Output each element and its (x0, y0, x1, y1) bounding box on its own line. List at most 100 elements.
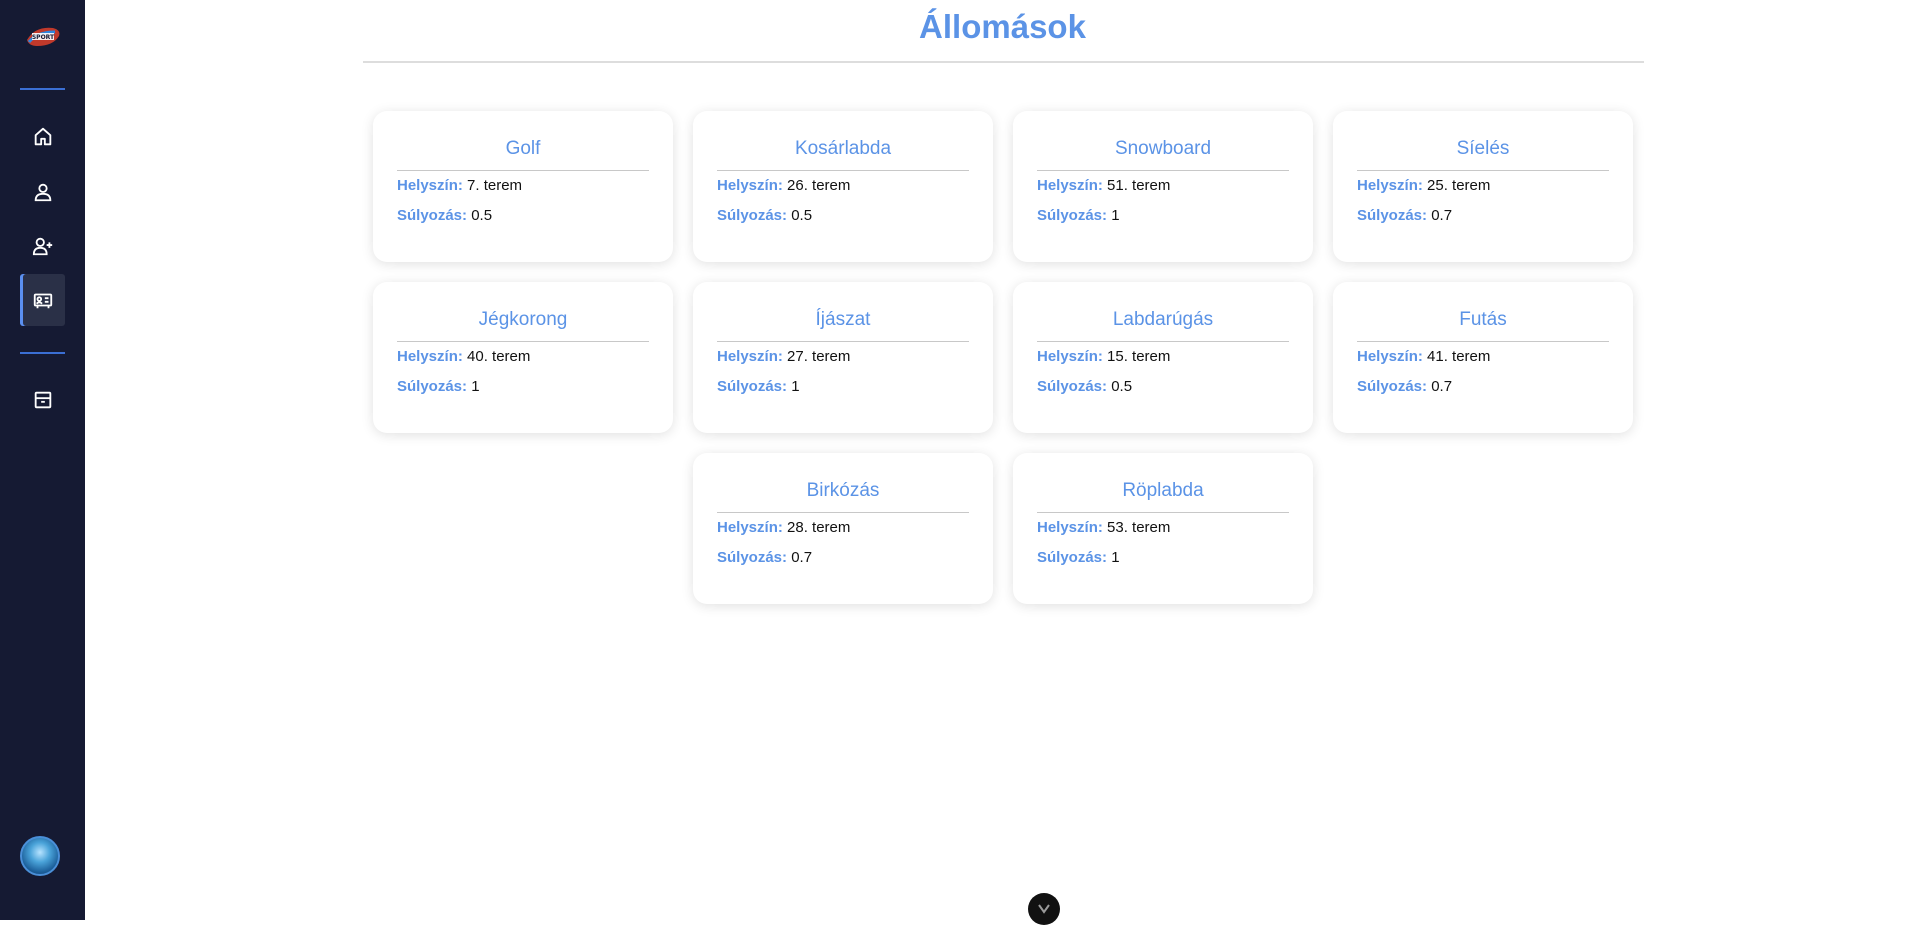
station-weight-row: Súlyozás: 0.7 (717, 543, 969, 573)
weight-label: Súlyozás: (397, 207, 468, 224)
station-weight: 0.5 (1111, 378, 1133, 395)
station-location-row: Helyszín: 7. terem (397, 171, 649, 201)
station-card[interactable]: Síelés Helyszín: 25. terem Súlyozás: 0.7 (1333, 111, 1633, 262)
nav-archive[interactable] (20, 374, 65, 426)
station-location-row: Helyszín: 40. terem (397, 342, 649, 372)
station-location-row: Helyszín: 15. terem (1037, 342, 1289, 372)
station-weight: 0.7 (1431, 378, 1453, 395)
nav-profile[interactable] (20, 166, 65, 218)
location-label: Helyszín: (397, 177, 463, 194)
location-label: Helyszín: (397, 348, 463, 365)
location-label: Helyszín: (717, 348, 783, 365)
station-name: Jégkorong (478, 309, 568, 330)
weight-label: Súlyozás: (1037, 378, 1108, 395)
user-add-icon (32, 237, 52, 256)
sidebar-divider-top (20, 88, 65, 90)
user-avatar[interactable] (20, 836, 60, 876)
weight-label: Súlyozás: (1037, 207, 1108, 224)
station-name: Labdarúgás (1112, 309, 1214, 330)
sidebar-divider-bottom (20, 352, 65, 354)
station-location-row: Helyszín: 41. terem (1357, 342, 1609, 372)
nav-home[interactable] (20, 111, 65, 163)
stations-icon (33, 293, 52, 309)
station-card[interactable]: Röplabda Helyszín: 53. terem Súlyozás: 1 (1013, 453, 1313, 604)
station-card[interactable]: Íjászat Helyszín: 27. terem Súlyozás: 1 (693, 282, 993, 433)
scroll-down-button[interactable] (1028, 893, 1060, 925)
station-weight-row: Súlyozás: 0.5 (717, 201, 969, 231)
station-card[interactable]: Jégkorong Helyszín: 40. terem Súlyozás: 1 (373, 282, 673, 433)
location-label: Helyszín: (1037, 519, 1103, 536)
station-name: Golf (505, 138, 541, 159)
station-location-row: Helyszín: 28. terem (717, 513, 969, 543)
station-location: 15. terem (1107, 348, 1171, 365)
weight-label: Súlyozás: (1357, 378, 1428, 395)
station-name: Íjászat (815, 309, 871, 330)
station-location: 53. terem (1107, 519, 1171, 536)
archive-icon (34, 391, 51, 409)
station-weight: 0.7 (791, 549, 813, 566)
weight-label: Súlyozás: (397, 378, 468, 395)
location-label: Helyszín: (1357, 177, 1423, 194)
app-logo[interactable]: SPORT (23, 22, 63, 52)
station-card[interactable]: Golf Helyszín: 7. terem Súlyozás: 0.5 (373, 111, 673, 262)
station-location: 26. terem (787, 177, 851, 194)
station-weight-row: Súlyozás: 0.5 (397, 201, 649, 231)
station-name: Birkózás (806, 480, 880, 501)
station-weight: 0.7 (1431, 207, 1453, 224)
station-name: Snowboard (1114, 138, 1212, 159)
weight-label: Súlyozás: (717, 549, 788, 566)
station-name: Kosárlabda (794, 138, 892, 159)
home-icon (34, 127, 51, 146)
station-weight-row: Súlyozás: 1 (1037, 543, 1289, 573)
station-location-row: Helyszín: 25. terem (1357, 171, 1609, 201)
station-card[interactable]: Futás Helyszín: 41. terem Súlyozás: 0.7 (1333, 282, 1633, 433)
station-weight: 0.5 (471, 207, 493, 224)
title-divider (363, 61, 1644, 63)
user-icon (34, 183, 51, 202)
station-name: Röplabda (1122, 480, 1204, 501)
location-label: Helyszín: (1037, 348, 1103, 365)
station-name: Futás (1459, 309, 1507, 330)
station-card[interactable]: Labdarúgás Helyszín: 15. terem Súlyozás: 0… (1013, 282, 1313, 433)
station-weight: 1 (791, 378, 800, 395)
station-location: 28. terem (787, 519, 851, 536)
station-location: 27. terem (787, 348, 851, 365)
weight-label: Súlyozás: (717, 207, 788, 224)
station-location-row: Helyszín: 27. terem (717, 342, 969, 372)
nav-add-user[interactable] (20, 220, 65, 272)
station-location: 51. terem (1107, 177, 1171, 194)
station-weight: 1 (471, 378, 480, 395)
station-card[interactable]: Snowboard Helyszín: 51. terem Súlyozás: 1 (1013, 111, 1313, 262)
chevron-down-icon (1038, 904, 1050, 914)
station-location: 41. terem (1427, 348, 1491, 365)
station-weight: 1 (1111, 207, 1120, 224)
location-label: Helyszín: (1037, 177, 1103, 194)
weight-label: Súlyozás: (1357, 207, 1428, 224)
station-location: 7. terem (467, 177, 523, 194)
station-location-row: Helyszín: 26. terem (717, 171, 969, 201)
nav-stations[interactable] (20, 274, 65, 326)
station-weight-row: Súlyozás: 0.5 (1037, 372, 1289, 402)
page-title: Állomások (919, 8, 1086, 45)
sidebar: SPORT (0, 0, 85, 920)
station-location: 40. terem (467, 348, 531, 365)
station-card[interactable]: Birkózás Helyszín: 28. terem Súlyozás: 0.7 (693, 453, 993, 604)
station-card[interactable]: Kosárlabda Helyszín: 26. terem Súlyozás: 0… (693, 111, 993, 262)
station-location-row: Helyszín: 51. terem (1037, 171, 1289, 201)
location-label: Helyszín: (1357, 348, 1423, 365)
station-weight: 0.5 (791, 207, 813, 224)
logo-text: SPORT (32, 34, 55, 41)
location-label: Helyszín: (717, 519, 783, 536)
station-weight-row: Súlyozás: 0.7 (1357, 201, 1609, 231)
weight-label: Súlyozás: (1037, 549, 1108, 566)
station-weight-row: Súlyozás: 0.7 (1357, 372, 1609, 402)
station-location-row: Helyszín: 53. terem (1037, 513, 1289, 543)
weight-label: Súlyozás: (717, 378, 788, 395)
station-location: 25. terem (1427, 177, 1491, 194)
station-weight-row: Súlyozás: 1 (397, 372, 649, 402)
location-label: Helyszín: (717, 177, 783, 194)
station-weight-row: Súlyozás: 1 (717, 372, 969, 402)
station-weight: 1 (1111, 549, 1120, 566)
station-name: Síelés (1456, 138, 1510, 159)
main-content: Állomások Golf Helyszín: 7. terem Súlyozás… (85, 0, 1920, 925)
